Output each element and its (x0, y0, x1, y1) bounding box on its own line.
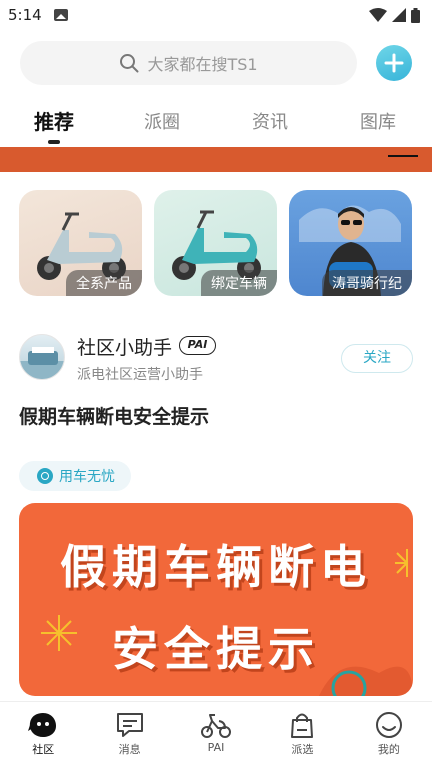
category-card-riding-diary[interactable]: 涛哥骑行纪 (289, 190, 412, 296)
feed-tabs: 推荐 派圈 资讯 图库 (0, 100, 432, 146)
avatar-image (20, 347, 64, 379)
category-label: 涛哥骑行纪 (322, 270, 412, 296)
search-icon (120, 54, 139, 73)
plus-icon (384, 53, 404, 73)
shopping-bag-icon (291, 713, 314, 738)
message-icon (116, 713, 143, 737)
nav-community[interactable]: 社区 (0, 702, 86, 768)
author-subtitle: 派电社区运营小助手 (77, 367, 203, 383)
tag-icon (37, 468, 53, 484)
gallery-notification-icon (53, 9, 68, 21)
post-image-subheadline: 安全提示 (112, 622, 320, 676)
category-label: 绑定车辆 (201, 270, 277, 296)
active-tab-indicator (48, 140, 60, 144)
nav-messages[interactable]: 消息 (86, 702, 172, 768)
nav-label: 社区 (32, 743, 55, 756)
tab-news[interactable]: 资讯 (216, 100, 324, 146)
nav-label: 消息 (118, 743, 141, 756)
author-name[interactable]: 社区小助手 (77, 333, 172, 360)
smile-profile-icon (375, 712, 402, 738)
carousel-indicator (388, 155, 418, 157)
topic-tag[interactable]: 用车无忧 (19, 461, 131, 491)
status-bar: 5:14 (0, 0, 432, 30)
tab-gallery[interactable]: 图库 (324, 100, 432, 146)
tab-label: 派圈 (144, 112, 180, 133)
category-cards: 全系产品 绑定车辆 涛哥骑行纪 (19, 190, 413, 296)
category-label: 全系产品 (66, 270, 142, 296)
banner-carousel[interactable] (0, 147, 432, 172)
bottom-nav: 社区 消息 PAI 派选 我的 (0, 701, 432, 768)
category-card-all-products[interactable]: 全系产品 (19, 190, 142, 296)
status-time: 5:14 (8, 6, 42, 24)
tab-recommend[interactable]: 推荐 (0, 100, 108, 146)
search-bar[interactable]: 大家都在搜TS1 (20, 41, 357, 85)
tab-label: 推荐 (34, 110, 74, 134)
post-image-headline: 假期车辆断电 (60, 540, 372, 594)
topic-tag-label: 用车无忧 (59, 469, 115, 485)
category-card-bind-vehicle[interactable]: 绑定车辆 (154, 190, 277, 296)
nav-pai[interactable]: PAI (173, 702, 259, 768)
signal-icon (392, 8, 406, 22)
post-title[interactable]: 假期车辆断电安全提示 (19, 402, 209, 429)
add-post-button[interactable] (376, 45, 412, 81)
post-image[interactable]: 假期车辆断电 安全提示 (19, 503, 413, 696)
wifi-icon (369, 8, 387, 22)
battery-icon (411, 7, 420, 23)
carousel-dot-active (388, 155, 418, 157)
nav-label: PAI (207, 741, 225, 754)
status-icons (369, 7, 420, 23)
avatar[interactable] (19, 334, 65, 380)
search-placeholder: 大家都在搜TS1 (147, 55, 258, 74)
tab-pai-circle[interactable]: 派圈 (108, 100, 216, 146)
nav-label: 派选 (291, 743, 314, 756)
tab-label: 图库 (360, 112, 396, 133)
nav-label: 我的 (377, 743, 400, 756)
follow-button[interactable]: 关注 (341, 344, 413, 373)
tab-label: 资讯 (252, 112, 288, 133)
nav-shop[interactable]: 派选 (259, 702, 345, 768)
scooter-icon (201, 714, 232, 738)
nav-profile[interactable]: 我的 (346, 702, 432, 768)
pai-badge: PAI (179, 336, 216, 355)
community-icon (28, 713, 57, 737)
